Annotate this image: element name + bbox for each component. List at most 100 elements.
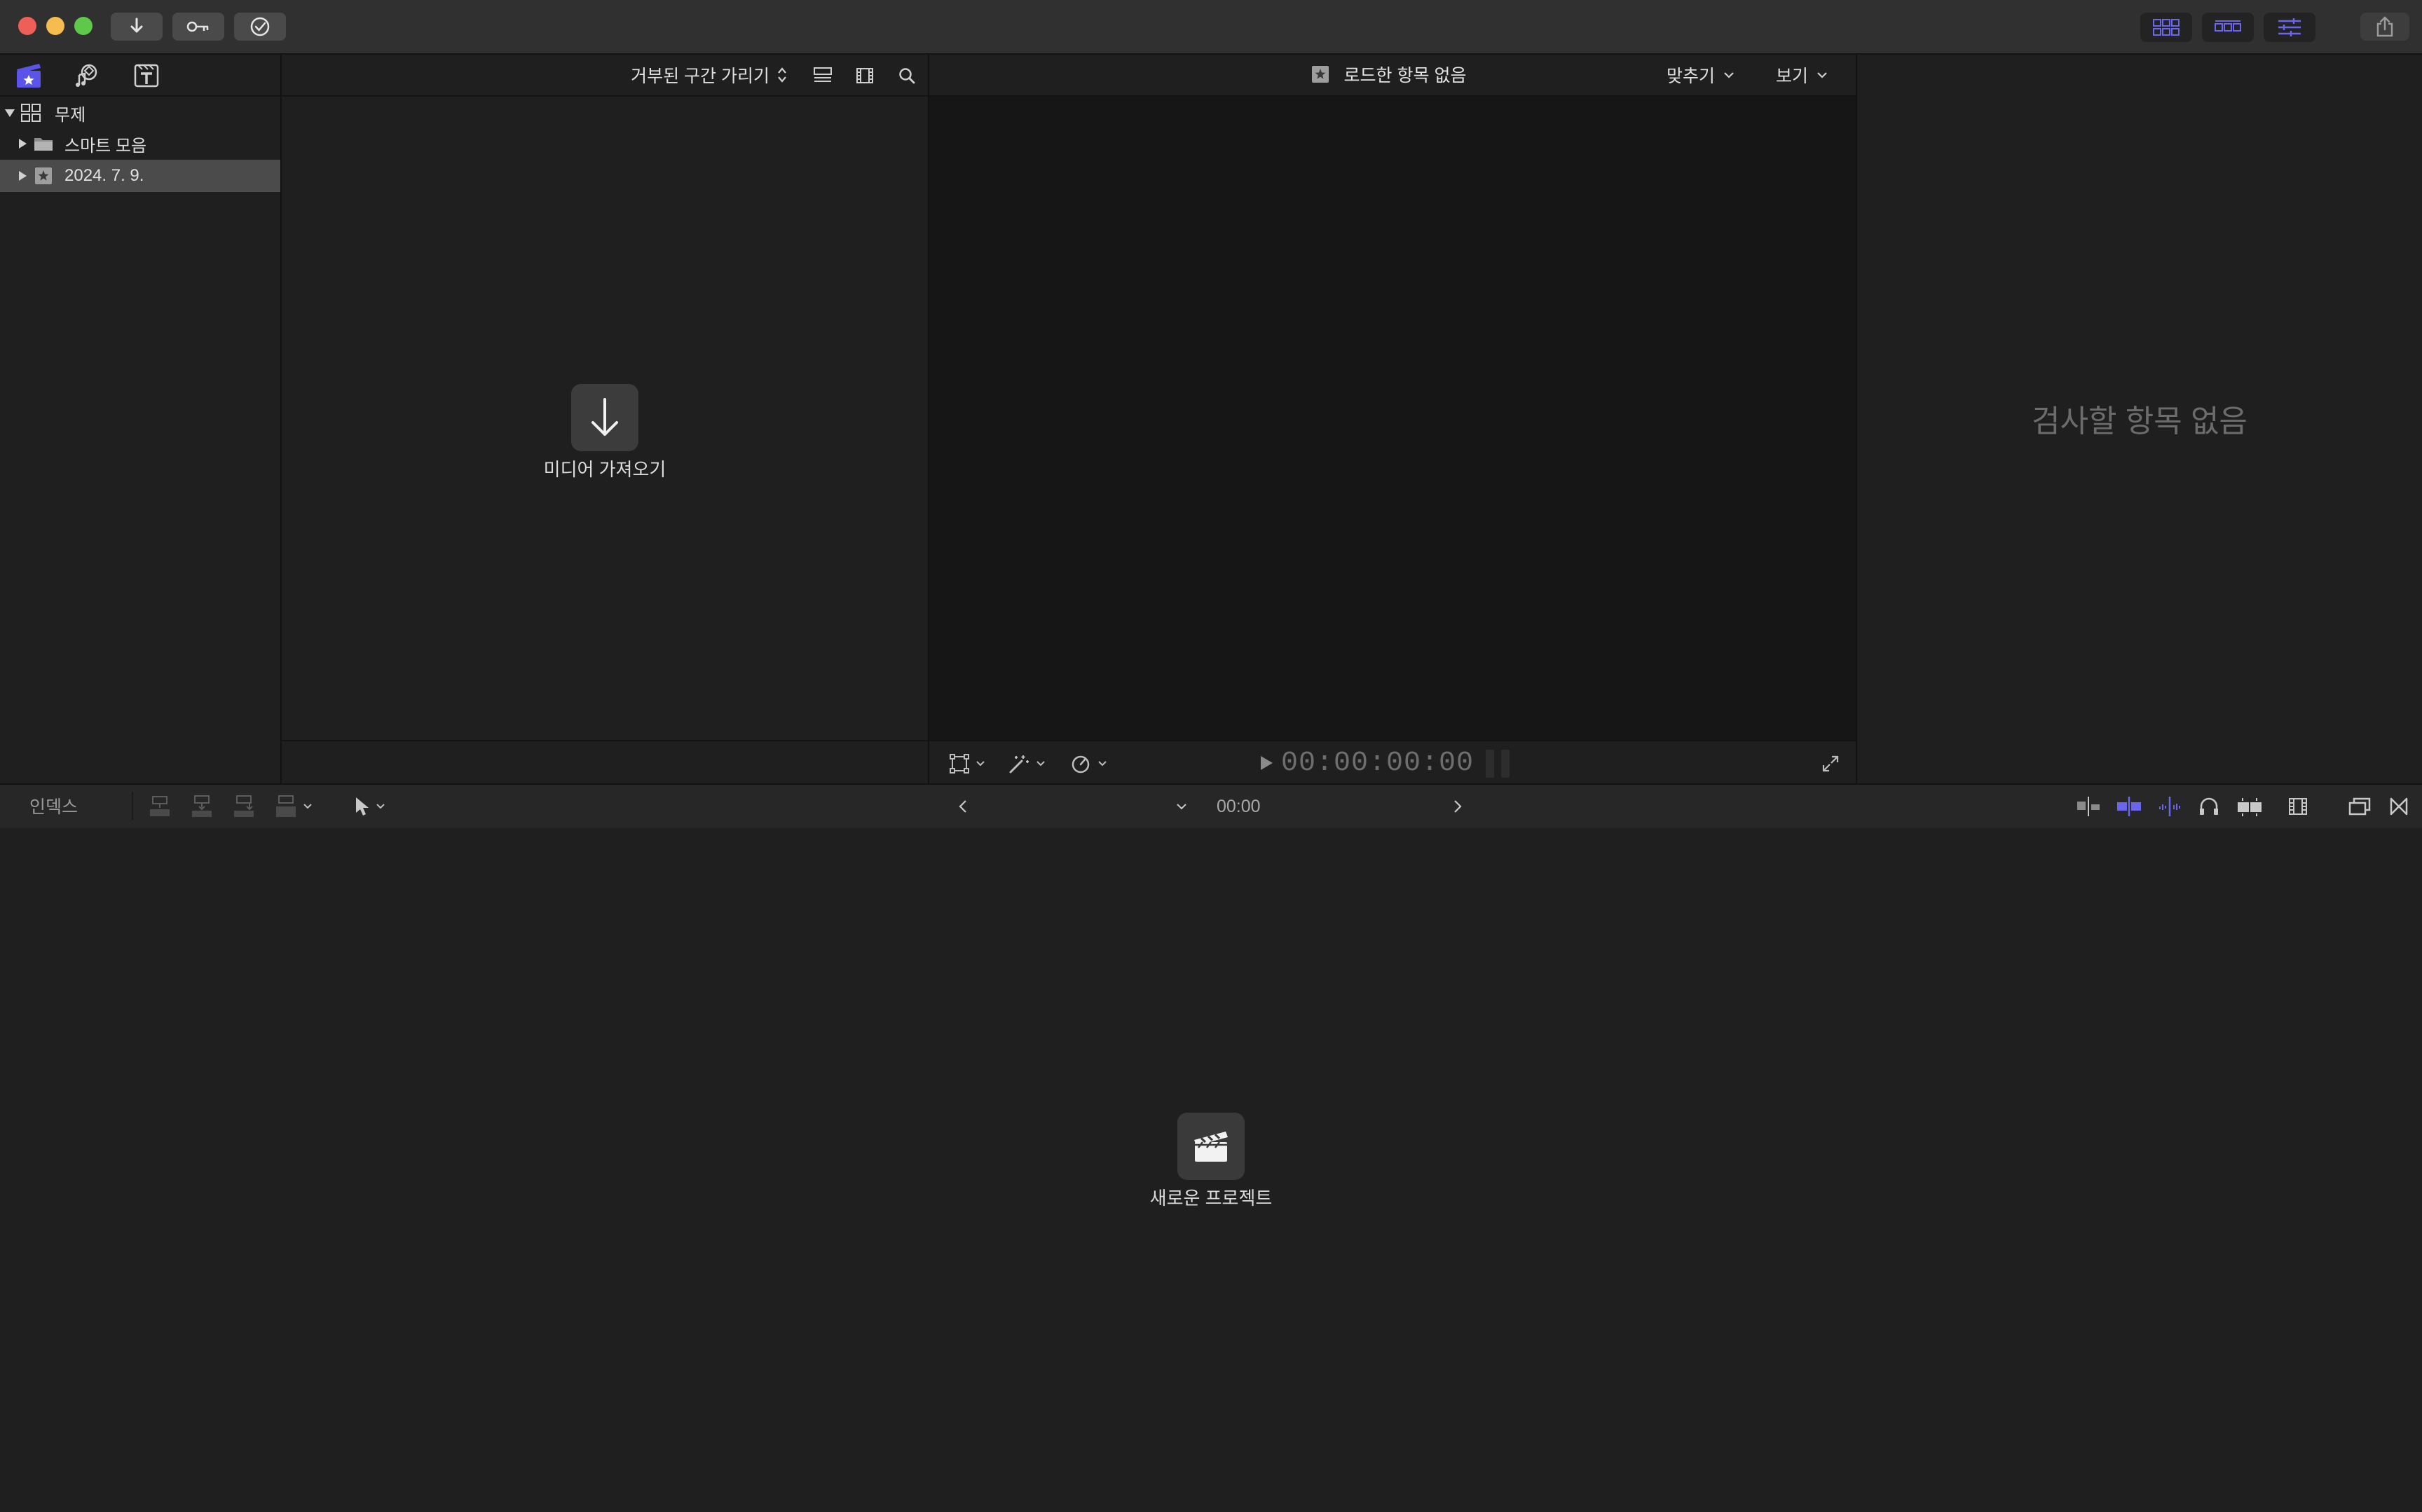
retime-menu[interactable] — [1069, 751, 1107, 776]
folder-icon — [32, 132, 55, 155]
sidebar-item-label: 2024. 7. 9. — [64, 166, 144, 185]
transitions-icon — [2390, 797, 2408, 816]
fullscreen-button[interactable] — [1821, 751, 1840, 776]
tab-libraries[interactable] — [13, 60, 45, 91]
import-media-label: 미디어 가져오기 — [543, 459, 666, 480]
sidebar-item-event[interactable]: 2024. 7. 9. — [0, 160, 280, 192]
solo-button[interactable] — [2198, 793, 2220, 820]
checkmark-circle-icon — [250, 17, 270, 36]
arrow-pointer-icon — [356, 797, 369, 816]
browser-search-button[interactable] — [894, 63, 919, 88]
tab-titles-generators[interactable] — [130, 60, 163, 91]
skimming-icon — [2077, 797, 2100, 816]
show-inspector-button[interactable] — [2264, 13, 2315, 42]
event-star-icon — [32, 165, 55, 187]
overwrite-clip-menu[interactable] — [273, 793, 313, 820]
timecode-display: 00:00:00:00 — [1281, 747, 1475, 779]
viewer-controls: 00:00:00:00 — [929, 740, 1856, 785]
speedometer-icon — [1072, 755, 1090, 774]
close-window-button[interactable] — [18, 17, 36, 35]
tab-photos-audio[interactable] — [71, 60, 104, 91]
key-icon — [186, 21, 209, 32]
show-browser-button[interactable] — [2140, 13, 2192, 42]
skimming-button[interactable] — [2115, 793, 2143, 820]
clip-appearance-button[interactable] — [852, 63, 877, 88]
sidebar-toolbar — [0, 55, 280, 97]
share-icon — [2376, 16, 2393, 37]
filmstrip-icon — [2289, 798, 2307, 815]
project-menu[interactable] — [1176, 793, 1187, 820]
effects-browser-button[interactable] — [2348, 793, 2372, 820]
sidebar-item-library[interactable]: 무제 — [0, 97, 280, 129]
chevron-down-icon — [1724, 72, 1734, 78]
transitions-browser-button[interactable] — [2388, 793, 2409, 820]
zoom-window-button[interactable] — [74, 17, 93, 35]
sidebar: 무제 스마트 모음 2024. 7. 9. — [0, 55, 282, 783]
chevron-down-icon — [1177, 804, 1186, 810]
new-project-button[interactable] — [1177, 1113, 1245, 1180]
keywords-button[interactable] — [172, 13, 224, 41]
import-media-button[interactable] — [111, 13, 163, 41]
enhancements-menu[interactable] — [1008, 751, 1046, 776]
download-arrow-icon — [591, 398, 618, 436]
share-button[interactable] — [2360, 13, 2409, 41]
viewer-canvas[interactable] — [929, 97, 1856, 740]
browser-grid-icon — [2153, 19, 2180, 36]
timeline-history-forward-button[interactable] — [1452, 793, 1463, 820]
expand-icon — [1822, 755, 1839, 772]
view-menu-label: 보기 — [1776, 67, 1809, 86]
transform-crop-icon — [950, 754, 969, 774]
insert-clip-icon — [192, 795, 212, 817]
snapping-button[interactable] — [2236, 793, 2264, 820]
browser-status-bar — [282, 740, 928, 785]
timeline-index-button[interactable]: 인덱스 — [21, 793, 86, 818]
disclosure-expanded-icon[interactable] — [3, 106, 17, 120]
list-view-icon — [814, 67, 832, 82]
headphones-icon — [2200, 797, 2218, 815]
snapping-icon — [2238, 797, 2262, 816]
select-tool-menu[interactable] — [353, 793, 385, 820]
viewer-timecode[interactable]: 00:00:00:00 — [1259, 747, 1474, 779]
browser-toolbar: 거부된 구간 가리기 — [282, 55, 928, 97]
view-menu[interactable]: 보기 — [1776, 62, 1828, 88]
show-timeline-button[interactable] — [2202, 13, 2254, 42]
zoom-fit-label: 맞추기 — [1667, 67, 1716, 86]
timeline-panel[interactable]: 새로운 프로젝트 — [0, 828, 2422, 1512]
audio-skimming-icon — [2159, 797, 2180, 816]
background-tasks-button[interactable] — [234, 13, 286, 41]
append-clip-button[interactable] — [231, 793, 256, 820]
sidebar-item-smart-collections[interactable]: 스마트 모음 — [0, 128, 280, 160]
disclosure-collapsed-icon[interactable] — [15, 137, 29, 151]
timeline-toolbar: 인덱스 00:00 — [0, 783, 2422, 830]
app-window: 무제 스마트 모음 2024. 7. 9. 거부된 구간 가리기 미디어 가져오… — [0, 0, 2422, 1512]
insert-clip-button[interactable] — [189, 793, 214, 820]
chevron-down-icon — [1817, 72, 1827, 78]
audio-skimming-button[interactable] — [2157, 793, 2182, 820]
timeline-icon — [2215, 20, 2241, 32]
title-bar — [0, 0, 2422, 55]
viewer-panel: 로드한 항목 없음 맞추기 보기 00:00:00:00 — [929, 55, 1857, 785]
import-media-big-button[interactable] — [571, 384, 638, 451]
clip-skimming-button[interactable] — [2074, 793, 2102, 820]
chevron-left-icon — [959, 800, 966, 813]
clip-appearance-timeline-button[interactable] — [2287, 793, 2308, 820]
timeline-history-back-button[interactable] — [957, 793, 969, 820]
play-icon[interactable] — [1259, 755, 1274, 771]
zoom-fit-menu[interactable]: 맞추기 — [1667, 62, 1735, 88]
chevron-down-icon — [1036, 761, 1045, 767]
disclosure-collapsed-icon[interactable] — [15, 169, 29, 183]
viewer-toolbar: 로드한 항목 없음 맞추기 보기 — [929, 55, 1856, 97]
libraries-clapper-icon — [17, 64, 41, 88]
inspector-panel: 검사할 항목 없음 — [1857, 55, 2422, 783]
list-view-button[interactable] — [810, 63, 835, 88]
inspector-sliders-icon — [2278, 18, 2301, 36]
clip-filter-popup[interactable]: 거부된 구간 가리기 — [631, 62, 788, 88]
minimize-window-button[interactable] — [46, 17, 64, 35]
effects-browser-icon — [2348, 797, 2371, 816]
transform-tool-menu[interactable] — [949, 751, 985, 776]
magic-wand-icon — [1009, 755, 1029, 774]
sidebar-item-label: 무제 — [55, 105, 86, 125]
search-icon — [899, 68, 915, 84]
viewer-title: 로드한 항목 없음 — [1311, 62, 1466, 87]
connect-clip-button[interactable] — [147, 793, 172, 820]
